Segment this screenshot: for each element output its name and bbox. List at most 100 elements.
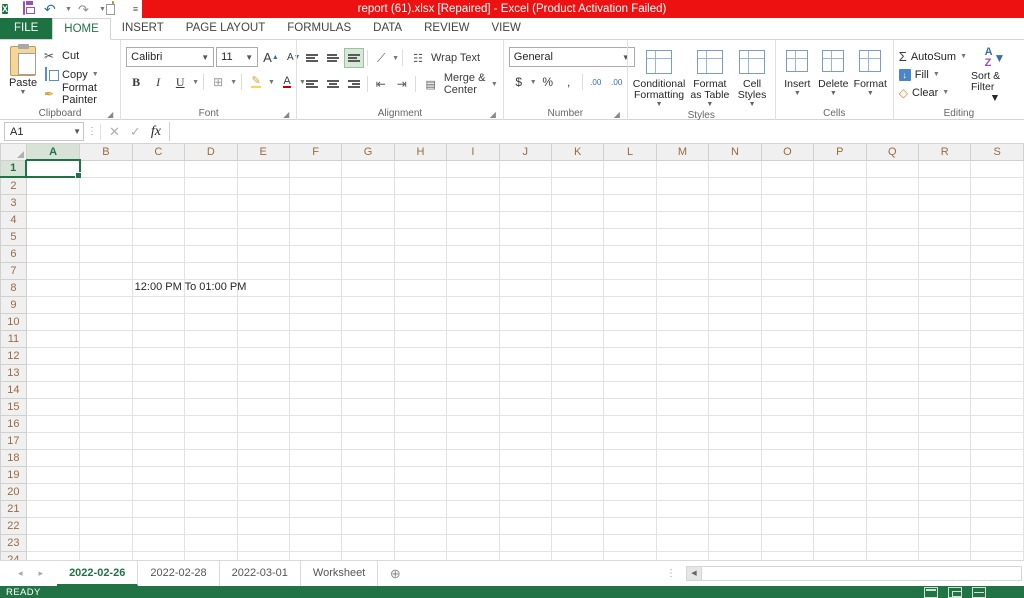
cell-M1[interactable] — [656, 160, 710, 178]
cell-G9[interactable] — [341, 296, 395, 314]
cell-H19[interactable] — [394, 466, 448, 484]
cell-F17[interactable] — [289, 432, 343, 450]
cell-M9[interactable] — [656, 296, 710, 314]
cell-G17[interactable] — [341, 432, 395, 450]
cell-L23[interactable] — [603, 534, 657, 552]
cell-D12[interactable] — [184, 347, 238, 365]
cancel-formula-icon[interactable]: ✕ — [109, 124, 120, 140]
cell-Q22[interactable] — [866, 517, 919, 535]
cell-A16[interactable] — [26, 415, 81, 433]
cell-N11[interactable] — [708, 330, 762, 348]
cell-D22[interactable] — [184, 517, 238, 535]
spreadsheet-grid[interactable]: ABCDEFGHIJKLMNOPQRS 1 2 3 4 5 6 7 8 12:00 PM To … — [0, 144, 1024, 560]
cell-B15[interactable] — [79, 398, 133, 416]
cell-K19[interactable] — [551, 466, 605, 484]
cell-O13[interactable] — [761, 364, 815, 382]
cell-C8[interactable]: 12:00 PM To 01:00 PM — [132, 279, 246, 297]
tab-split-grip[interactable]: ⋮ — [656, 568, 686, 579]
row-header-1[interactable]: 1 — [0, 159, 27, 178]
cell-H6[interactable] — [394, 245, 448, 263]
cell-I4[interactable] — [446, 211, 500, 229]
cell-S14[interactable] — [970, 381, 1024, 399]
cell-D3[interactable] — [184, 194, 238, 212]
cell-S3[interactable] — [970, 194, 1024, 212]
row-header-14[interactable]: 14 — [0, 380, 27, 399]
cell-E24[interactable] — [237, 551, 290, 560]
cell-P10[interactable] — [813, 313, 867, 331]
cell-R10[interactable] — [918, 313, 972, 331]
cell-A10[interactable] — [26, 313, 81, 331]
cell-L22[interactable] — [603, 517, 657, 535]
row-header-11[interactable]: 11 — [0, 329, 27, 348]
cell-G22[interactable] — [341, 517, 395, 535]
cell-G7[interactable] — [341, 262, 395, 280]
cell-P14[interactable] — [813, 381, 867, 399]
cell-I15[interactable] — [446, 398, 500, 416]
cell-S24[interactable] — [970, 551, 1024, 560]
cell-C20[interactable] — [132, 483, 186, 501]
cell-N23[interactable] — [708, 534, 762, 552]
cell-P2[interactable] — [813, 177, 867, 195]
cell-K15[interactable] — [551, 398, 605, 416]
column-header-G[interactable]: G — [341, 144, 395, 161]
cell-H20[interactable] — [394, 483, 448, 501]
cell-M11[interactable] — [656, 330, 710, 348]
increase-decimal-button[interactable]: .00 — [586, 72, 606, 92]
cell-N24[interactable] — [708, 551, 762, 560]
cell-C5[interactable] — [132, 228, 186, 246]
autosum-button[interactable]: Σ AutoSum ▼ — [899, 48, 967, 65]
cell-C14[interactable] — [132, 381, 186, 399]
cell-J8[interactable] — [499, 279, 552, 297]
cell-B21[interactable] — [79, 500, 133, 518]
page-layout-view-icon[interactable] — [948, 586, 962, 598]
row-header-6[interactable]: 6 — [0, 244, 27, 263]
cell-D13[interactable] — [184, 364, 238, 382]
tab-review[interactable]: REVIEW — [413, 18, 480, 39]
cell-M20[interactable] — [656, 483, 710, 501]
column-header-Q[interactable]: Q — [865, 144, 919, 161]
cell-K14[interactable] — [551, 381, 605, 399]
cell-P16[interactable] — [813, 415, 867, 433]
wrap-text-button[interactable]: ☷ Wrap Text — [406, 48, 483, 68]
cell-A24[interactable] — [26, 551, 81, 560]
decrease-indent-button[interactable]: ⇤ — [371, 74, 391, 94]
row-header-5[interactable]: 5 — [0, 227, 27, 246]
cell-D15[interactable] — [184, 398, 238, 416]
cell-A17[interactable] — [26, 432, 81, 450]
cell-E1[interactable] — [237, 160, 290, 178]
cell-I18[interactable] — [446, 449, 500, 467]
cell-M19[interactable] — [656, 466, 710, 484]
cell-P23[interactable] — [813, 534, 867, 552]
row-header-23[interactable]: 23 — [0, 533, 27, 552]
sort-filter-dropdown-icon[interactable]: ▼ — [990, 93, 1000, 104]
cell-B3[interactable] — [79, 194, 133, 212]
cell-E13[interactable] — [237, 364, 290, 382]
cell-L16[interactable] — [603, 415, 657, 433]
cell-I24[interactable] — [446, 551, 500, 560]
cell-N16[interactable] — [708, 415, 762, 433]
cell-K10[interactable] — [551, 313, 605, 331]
cell-N9[interactable] — [708, 296, 762, 314]
cell-R23[interactable] — [918, 534, 972, 552]
cell-A2[interactable] — [26, 177, 81, 195]
cell-S22[interactable] — [970, 517, 1024, 535]
cell-Q21[interactable] — [866, 500, 919, 518]
fill-button[interactable]: ↓ Fill ▼ — [898, 66, 967, 83]
cell-H13[interactable] — [394, 364, 448, 382]
cell-K11[interactable] — [551, 330, 605, 348]
cell-Q11[interactable] — [866, 330, 919, 348]
cell-A18[interactable] — [26, 449, 81, 467]
align-left-button[interactable] — [302, 74, 322, 94]
column-header-P[interactable]: P — [813, 144, 867, 161]
cell-G14[interactable] — [341, 381, 395, 399]
cell-C1[interactable] — [132, 160, 186, 178]
cell-O7[interactable] — [761, 262, 815, 280]
cell-G10[interactable] — [341, 313, 395, 331]
cell-B14[interactable] — [79, 381, 133, 399]
cell-S4[interactable] — [970, 211, 1024, 229]
cell-A14[interactable] — [26, 381, 81, 399]
cell-D23[interactable] — [184, 534, 238, 552]
cell-L5[interactable] — [603, 228, 657, 246]
align-bottom-button[interactable] — [344, 48, 365, 68]
cell-K22[interactable] — [551, 517, 605, 535]
